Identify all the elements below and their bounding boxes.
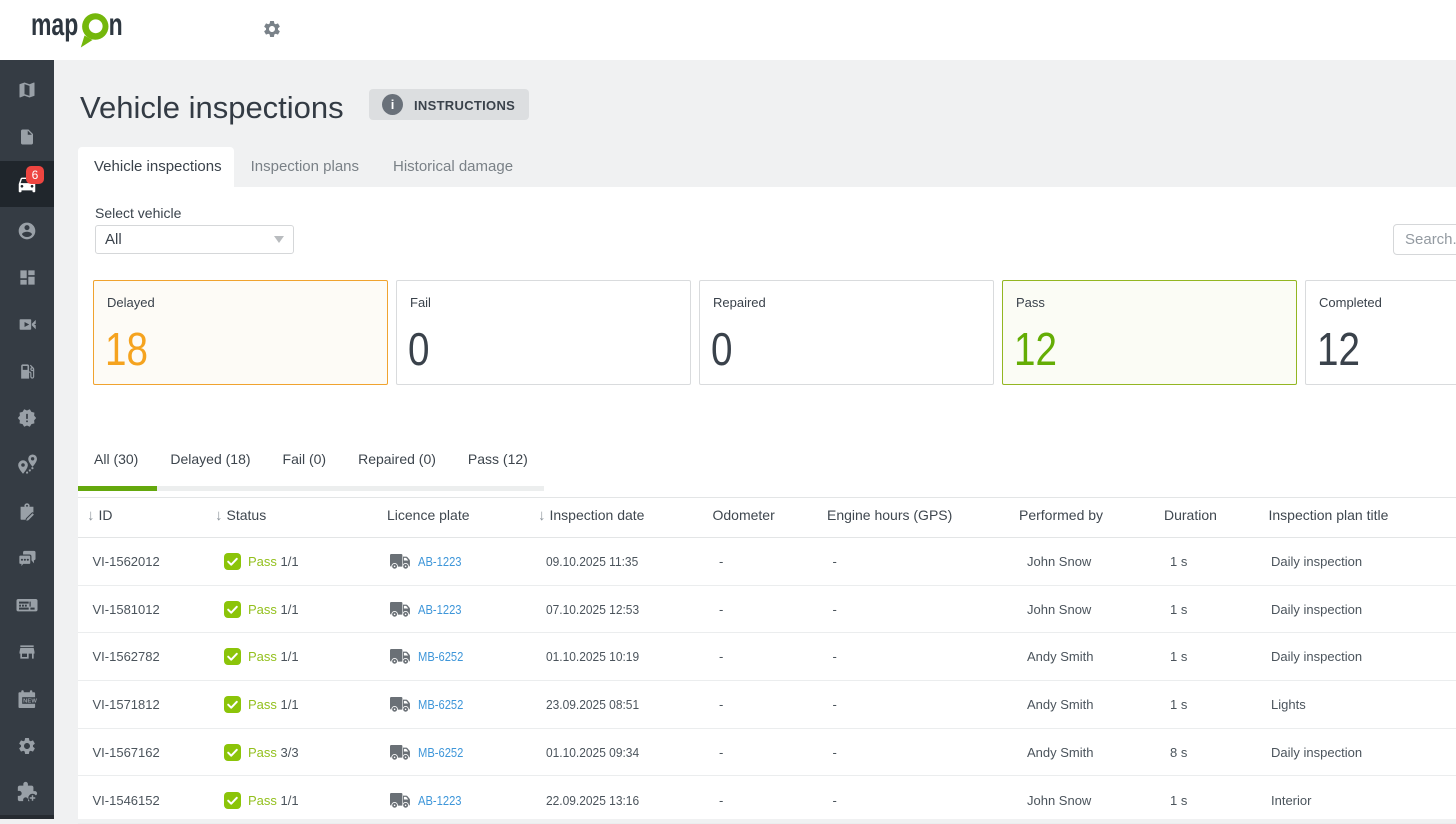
svg-text:n: n	[109, 7, 123, 42]
svg-text:NEW: NEW	[23, 698, 37, 704]
svg-text:map: map	[31, 7, 78, 42]
